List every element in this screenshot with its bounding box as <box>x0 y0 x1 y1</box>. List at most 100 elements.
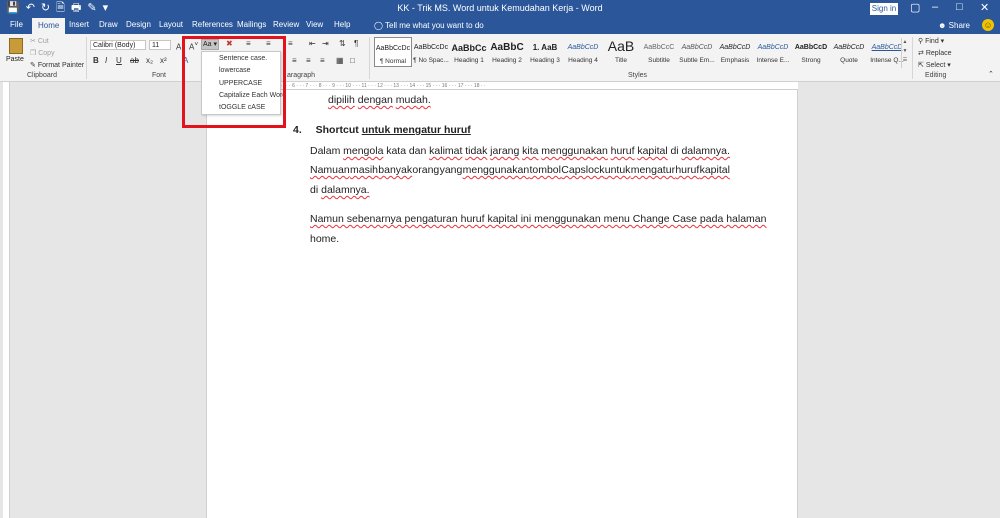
tab-review[interactable]: Review <box>273 20 299 29</box>
underline-icon[interactable]: U <box>116 56 122 66</box>
close-icon[interactable]: ✕ <box>980 1 989 14</box>
paragraph-line: di dalamnya. <box>310 184 370 196</box>
word: dipilih <box>328 94 355 106</box>
style-sample: AaBbC <box>490 42 524 53</box>
style-name: Intense E... <box>756 57 790 64</box>
align-center-icon[interactable]: ≡ <box>306 56 311 66</box>
font-size-combo[interactable]: 11 <box>149 40 171 50</box>
collapse-ribbon-icon[interactable]: ⌃ <box>988 70 994 80</box>
find-button[interactable]: ⚲ Find ▾ <box>918 37 944 45</box>
style-title[interactable]: AaB Title <box>602 37 640 67</box>
shading-icon[interactable]: ▦ <box>336 56 344 66</box>
style-no-spacing[interactable]: AaBbCcDc ¶ No Spac... <box>412 37 450 67</box>
tell-me-search[interactable]: ◯ Tell me what you want to do <box>374 21 484 30</box>
align-right-icon[interactable]: ≡ <box>320 56 325 66</box>
style-subtle-emphasis[interactable]: AaBbCcD Subtle Em... <box>678 37 716 67</box>
word: tombol <box>529 164 561 176</box>
style-emphasis[interactable]: AaBbCcD Emphasis <box>716 37 754 67</box>
maximize-icon[interactable]: □ <box>956 1 963 13</box>
tab-design[interactable]: Design <box>126 20 151 29</box>
document-page[interactable]: dipilih dengan mudah. 4. Shortcut untuk … <box>206 90 798 518</box>
ribbon-display-icon[interactable]: ▢ <box>910 1 920 14</box>
style-sample: AaBbCc <box>451 43 487 53</box>
tab-insert[interactable]: Insert <box>69 20 89 29</box>
word: di <box>310 184 319 196</box>
align-left-icon[interactable]: ≡ <box>292 56 297 66</box>
style-heading-2[interactable]: AaBbC Heading 2 <box>488 37 526 67</box>
style-sample: AaBbCcDc <box>375 45 411 52</box>
style-intense-emphasis[interactable]: AaBbCcD Intense E... <box>754 37 792 67</box>
style-name: Quote <box>840 57 858 64</box>
italic-icon[interactable]: I <box>105 56 107 66</box>
word: Dalam <box>310 145 341 157</box>
increase-indent-icon[interactable]: ⇥ <box>322 39 329 49</box>
tab-mailings[interactable]: Mailings <box>237 20 266 29</box>
cut-button[interactable]: ✂ Cut <box>30 37 49 45</box>
style-quote[interactable]: AaBbCcD Quote <box>830 37 868 67</box>
style-normal[interactable]: AaBbCcDc ¶ Normal <box>374 37 412 67</box>
ribbon-home: Paste ✂ Cut ❐ Copy ✎ Format Painter Clip… <box>0 34 1000 82</box>
styles-gallery-scroll[interactable]: ▲ ▼ ☰ <box>901 38 908 68</box>
style-name: Title <box>614 57 628 64</box>
style-heading-1[interactable]: AaBbCc Heading 1 <box>450 37 488 67</box>
style-strong[interactable]: AaBbCcD Strong <box>792 37 830 67</box>
styles-group-label: Styles <box>628 72 648 79</box>
word: masih <box>349 164 378 176</box>
word: kita <box>522 145 539 157</box>
word: Namuan <box>310 164 350 176</box>
clipboard-group-label: Clipboard <box>27 72 57 79</box>
feedback-smiley-icon[interactable]: ☺ <box>982 19 994 31</box>
style-heading-4[interactable]: AaBbCcD Heading 4 <box>564 37 602 67</box>
paste-icon[interactable] <box>9 38 23 54</box>
font-name-combo[interactable]: Calibri (Body) <box>90 40 146 50</box>
heading-word: Shortcut <box>315 124 359 136</box>
superscript-icon[interactable]: x² <box>160 56 167 66</box>
tab-file[interactable]: File <box>10 20 23 29</box>
format-painter-button[interactable]: ✎ Format Painter <box>30 61 84 69</box>
paragraph-line: Dalam mengola kata dan kalimat tidak jar… <box>310 145 730 157</box>
minimize-icon[interactable]: – <box>932 1 938 13</box>
paragraph-line: home. <box>310 233 340 245</box>
show-marks-icon[interactable]: ¶ <box>354 39 358 49</box>
style-sample: AaBbCcD <box>681 44 713 51</box>
tab-layout[interactable]: Layout <box>159 20 183 29</box>
multilevel-list-icon[interactable]: ≡ <box>288 39 293 49</box>
editing-group-label: Editing <box>925 72 947 79</box>
font-name-value: Calibri (Body) <box>93 42 136 49</box>
sort-icon[interactable]: ⇅ <box>339 39 346 49</box>
borders-icon[interactable]: □ <box>350 56 355 66</box>
word: kapital <box>699 164 730 176</box>
strikethrough-icon[interactable]: ab <box>130 56 139 66</box>
word: dengan <box>357 94 393 106</box>
style-heading-3[interactable]: 1. AaB Heading 3 <box>526 37 564 67</box>
tab-draw[interactable]: Draw <box>99 20 118 29</box>
styles-gallery: AaBbCcDc ¶ Normal AaBbCcDc ¶ No Spac... Aa… <box>372 37 904 69</box>
tab-help[interactable]: Help <box>334 20 350 29</box>
style-subtitle[interactable]: AaBbCcC Subtitle <box>640 37 678 67</box>
copy-button[interactable]: ❐ Copy <box>30 49 55 57</box>
style-sample: AaBbCcD <box>833 44 865 51</box>
tab-view[interactable]: View <box>306 20 323 29</box>
sign-in-button[interactable]: Sign in <box>870 3 898 15</box>
style-sample: 1. AaB <box>532 43 558 52</box>
group-divider <box>86 37 87 79</box>
bold-icon[interactable]: B <box>93 56 99 66</box>
replace-button[interactable]: ⇄ Replace <box>918 49 952 57</box>
style-name: ¶ No Spac... <box>413 57 449 64</box>
scissors-icon: ✂ <box>30 38 36 45</box>
copy-icon: ❐ <box>30 50 37 57</box>
tab-home[interactable]: Home <box>32 18 66 34</box>
paste-button[interactable]: Paste <box>6 56 24 63</box>
style-sample: AaB <box>607 38 635 54</box>
share-button[interactable]: ☻ Share <box>938 21 970 30</box>
style-sample: AaBbCcDc <box>413 44 449 51</box>
tab-references[interactable]: References <box>192 20 233 29</box>
replace-icon: ⇄ <box>918 50 924 57</box>
word: kata <box>386 145 407 157</box>
subscript-icon[interactable]: x₂ <box>146 56 153 66</box>
cut-label: Cut <box>37 38 49 45</box>
select-button[interactable]: ⇱ Select ▾ <box>918 61 951 69</box>
word: banyak <box>378 164 413 176</box>
style-sample: AaBbCcD <box>719 44 751 51</box>
decrease-indent-icon[interactable]: ⇤ <box>309 39 316 49</box>
